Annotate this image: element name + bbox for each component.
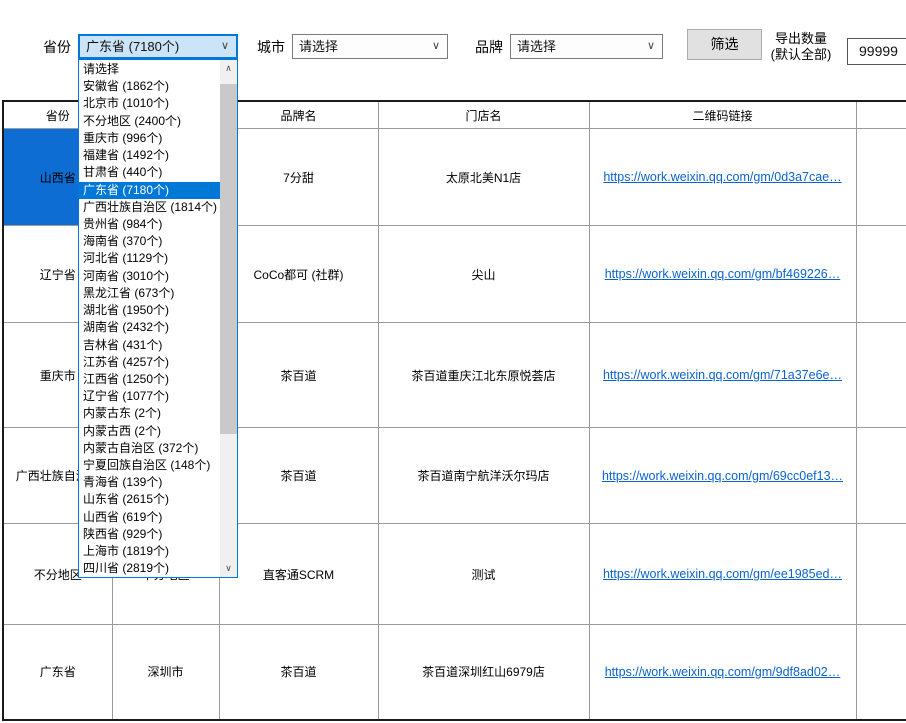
header-store: 门店名: [378, 101, 589, 129]
cell-extra: [856, 226, 906, 323]
dropdown-item[interactable]: 宁夏回族自治区 (148个): [79, 457, 220, 474]
dropdown-scrollbar[interactable]: ∧ ∨: [220, 60, 237, 577]
dropdown-item[interactable]: 陕西省 (929个): [79, 526, 220, 543]
cell-brand: 茶百道: [219, 323, 378, 428]
dropdown-item[interactable]: 安徽省 (1862个): [79, 78, 220, 95]
table-row: 广东省 深圳市 茶百道 茶百道深圳红山6979店 https://work.we…: [3, 625, 906, 720]
dropdown-item[interactable]: 黑龙江省 (673个): [79, 285, 220, 302]
export-count-label: 导出数量 (默认全部): [761, 31, 841, 63]
filter-button[interactable]: 筛选: [687, 29, 762, 60]
dropdown-item[interactable]: 河南省 (3010个): [79, 268, 220, 285]
screen: 省份 广东省 (7180个) ∨ 城市 请选择 ∨ 品牌 请选择 ∨ 筛选 导出…: [0, 0, 906, 723]
cell-province: 广东省: [3, 625, 112, 720]
dropdown-item[interactable]: 北京市 (1010个): [79, 95, 220, 112]
city-combobox[interactable]: 请选择 ∨: [292, 34, 448, 59]
province-dropdown-list: 请选择安徽省 (1862个)北京市 (1010个)不分地区 (2400个)重庆市…: [78, 59, 238, 578]
cell-store: 茶百道南宁航洋沃尔玛店: [378, 428, 589, 524]
dropdown-item[interactable]: 重庆市 (996个): [79, 130, 220, 147]
dropdown-item[interactable]: 海南省 (370个): [79, 233, 220, 250]
dropdown-item[interactable]: 广西壮族自治区 (1814个): [79, 199, 220, 216]
dropdown-item[interactable]: 福建省 (1492个): [79, 147, 220, 164]
dropdown-item[interactable]: 贵州省 (984个): [79, 216, 220, 233]
export-count-label-line1: 导出数量: [761, 31, 841, 47]
dropdown-item[interactable]: 湖南省 (2432个): [79, 319, 220, 336]
dropdown-item[interactable]: 江西省 (1250个): [79, 371, 220, 388]
dropdown-item[interactable]: 山西省 (619个): [79, 509, 220, 526]
qrcode-link[interactable]: https://work.weixin.qq.com/gm/0d3a7cae…: [603, 170, 841, 184]
header-brand: 品牌名: [219, 101, 378, 129]
cell-store: 太原北美N1店: [378, 129, 589, 226]
province-combobox-value: 广东省 (7180个): [86, 39, 179, 54]
dropdown-item[interactable]: 山东省 (2615个): [79, 491, 220, 508]
export-count-label-line2: (默认全部): [761, 47, 841, 63]
province-label: 省份: [43, 40, 71, 55]
cell-brand: 直客通SCRM: [219, 524, 378, 625]
brand-combobox-value: 请选择: [517, 39, 556, 54]
qrcode-link[interactable]: https://work.weixin.qq.com/gm/bf469226…: [605, 267, 841, 281]
cell-city: 深圳市: [112, 625, 219, 720]
brand-combobox[interactable]: 请选择 ∨: [510, 34, 663, 59]
cell-brand: 茶百道: [219, 428, 378, 524]
dropdown-item[interactable]: 不分地区 (2400个): [79, 113, 220, 130]
city-label: 城市: [257, 40, 285, 55]
dropdown-item[interactable]: 青海省 (139个): [79, 474, 220, 491]
cell-store: 茶百道重庆江北东原悦荟店: [378, 323, 589, 428]
cell-extra: [856, 428, 906, 524]
dropdown-item[interactable]: 内蒙古西 (2个): [79, 423, 220, 440]
province-dropdown-items: 请选择安徽省 (1862个)北京市 (1010个)不分地区 (2400个)重庆市…: [79, 61, 220, 576]
chevron-down-icon: ∨: [221, 36, 229, 57]
dropdown-item[interactable]: 请选择: [79, 61, 220, 78]
chevron-down-icon: ∨: [432, 35, 440, 58]
header-qrcode-link: 二维码链接: [589, 101, 856, 129]
dropdown-item[interactable]: 湖北省 (1950个): [79, 302, 220, 319]
cell-extra: [856, 625, 906, 720]
dropdown-item[interactable]: 江苏省 (4257个): [79, 354, 220, 371]
cell-extra: [856, 323, 906, 428]
cell-brand: 茶百道: [219, 625, 378, 720]
cell-extra: [856, 129, 906, 226]
header-extra: [856, 101, 906, 129]
chevron-down-icon: ∨: [647, 35, 655, 58]
dropdown-item[interactable]: 辽宁省 (1077个): [79, 388, 220, 405]
cell-store: 茶百道深圳红山6979店: [378, 625, 589, 720]
scroll-up-icon[interactable]: ∧: [220, 60, 237, 77]
cell-brand: CoCo都可 (社群): [219, 226, 378, 323]
cell-brand: 7分甜: [219, 129, 378, 226]
dropdown-item[interactable]: 河北省 (1129个): [79, 250, 220, 267]
brand-label: 品牌: [475, 40, 503, 55]
export-count-input[interactable]: 99999: [847, 38, 906, 65]
scroll-down-icon[interactable]: ∨: [220, 560, 237, 577]
dropdown-item[interactable]: 上海市 (1819个): [79, 543, 220, 560]
dropdown-item[interactable]: 内蒙古东 (2个): [79, 405, 220, 422]
qrcode-link[interactable]: https://work.weixin.qq.com/gm/9df8ad02…: [605, 665, 841, 679]
cell-extra: [856, 524, 906, 625]
scrollbar-thumb[interactable]: [220, 84, 237, 434]
qrcode-link[interactable]: https://work.weixin.qq.com/gm/69cc0ef13…: [602, 469, 843, 483]
city-combobox-value: 请选择: [299, 39, 338, 54]
dropdown-item[interactable]: 内蒙古自治区 (372个): [79, 440, 220, 457]
dropdown-item[interactable]: 广东省 (7180个): [79, 182, 220, 199]
province-combobox[interactable]: 广东省 (7180个) ∨: [78, 34, 238, 59]
cell-store: 尖山: [378, 226, 589, 323]
cell-store: 测试: [378, 524, 589, 625]
qrcode-link[interactable]: https://work.weixin.qq.com/gm/ee1985ed…: [603, 567, 842, 581]
dropdown-item[interactable]: 甘肃省 (440个): [79, 164, 220, 181]
dropdown-item[interactable]: 吉林省 (431个): [79, 337, 220, 354]
qrcode-link[interactable]: https://work.weixin.qq.com/gm/71a37e6e…: [603, 368, 842, 382]
dropdown-item[interactable]: 四川省 (2819个): [79, 560, 220, 576]
